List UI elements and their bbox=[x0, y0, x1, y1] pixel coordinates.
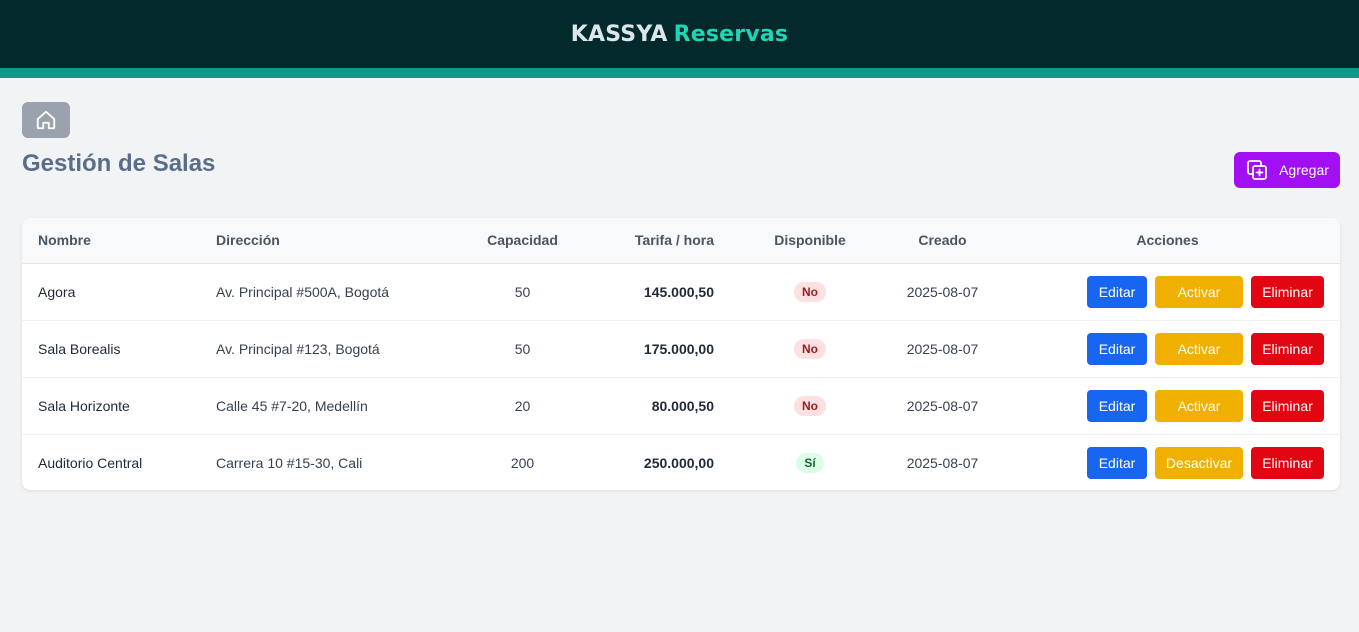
column-header-name[interactable]: Nombre bbox=[22, 218, 200, 264]
delete-button[interactable]: Eliminar bbox=[1251, 446, 1324, 479]
header-accent-strip bbox=[0, 68, 1359, 78]
room-name: Sala Borealis bbox=[38, 340, 121, 357]
room-capacity: 200 bbox=[510, 454, 535, 471]
room-actions: Editar Activar Eliminar bbox=[995, 377, 1340, 434]
room-available-cell: No bbox=[730, 320, 890, 377]
room-rate: 175.000,00 bbox=[643, 340, 714, 357]
table-row: Sala Horizonte Calle 45 #7-20, Medellín … bbox=[22, 377, 1340, 434]
column-header-rate[interactable]: Tarifa / hora bbox=[595, 218, 730, 264]
add-button-label: Agregar bbox=[1279, 162, 1329, 178]
column-header-actions: Acciones bbox=[995, 218, 1340, 264]
delete-button[interactable]: Eliminar bbox=[1251, 332, 1324, 365]
room-address: Av. Principal #500A, Bogotá bbox=[216, 283, 390, 300]
room-capacity: 50 bbox=[514, 283, 531, 300]
room-created: 2025-08-07 bbox=[906, 283, 979, 300]
table-row: Sala Borealis Av. Principal #123, Bogotá… bbox=[22, 320, 1340, 377]
delete-button[interactable]: Eliminar bbox=[1251, 389, 1324, 422]
table-header-row: Nombre Dirección Capacidad Tarifa / hora… bbox=[22, 218, 1340, 264]
status-badge: No bbox=[794, 281, 826, 302]
room-rate: 80.000,50 bbox=[651, 397, 714, 414]
brand-secondary: Reservas bbox=[673, 21, 789, 47]
room-created: 2025-08-07 bbox=[906, 340, 979, 357]
activate-button[interactable]: Activar bbox=[1155, 275, 1243, 308]
room-rate: 250.000,00 bbox=[643, 454, 714, 471]
room-name: Sala Horizonte bbox=[38, 397, 130, 414]
table-row: Agora Av. Principal #500A, Bogotá 50 145… bbox=[22, 263, 1340, 320]
room-available-cell: No bbox=[730, 263, 890, 320]
column-header-available[interactable]: Disponible bbox=[730, 218, 890, 264]
room-address: Calle 45 #7-20, Medellín bbox=[216, 397, 368, 414]
room-available-cell: No bbox=[730, 377, 890, 434]
app-header: KASSYA Reservas bbox=[0, 0, 1359, 68]
copy-add-icon bbox=[1247, 160, 1267, 180]
home-icon bbox=[36, 110, 56, 130]
room-available-cell: Sí bbox=[730, 434, 890, 490]
status-badge: No bbox=[794, 395, 826, 416]
edit-button[interactable]: Editar bbox=[1087, 275, 1147, 308]
add-button[interactable]: Agregar bbox=[1234, 152, 1340, 188]
room-capacity: 50 bbox=[514, 340, 531, 357]
column-header-address[interactable]: Dirección bbox=[200, 218, 450, 264]
room-capacity: 20 bbox=[514, 397, 531, 414]
room-address: Carrera 10 #15-30, Cali bbox=[216, 454, 363, 471]
room-created: 2025-08-07 bbox=[906, 454, 979, 471]
app-brand[interactable]: KASSYA Reservas bbox=[571, 22, 788, 47]
room-actions: Editar Activar Eliminar bbox=[995, 263, 1340, 320]
page-title: Gestión de Salas bbox=[22, 150, 216, 177]
edit-button[interactable]: Editar bbox=[1087, 389, 1147, 422]
room-name: Auditorio Central bbox=[38, 454, 143, 471]
edit-button[interactable]: Editar bbox=[1087, 332, 1147, 365]
delete-button[interactable]: Eliminar bbox=[1251, 275, 1324, 308]
room-rate: 145.000,50 bbox=[643, 283, 714, 300]
rooms-table: Nombre Dirección Capacidad Tarifa / hora… bbox=[22, 218, 1340, 490]
room-actions: Editar Activar Eliminar bbox=[995, 320, 1340, 377]
room-address: Av. Principal #123, Bogotá bbox=[216, 340, 380, 357]
rooms-table-card: Nombre Dirección Capacidad Tarifa / hora… bbox=[22, 218, 1340, 490]
deactivate-button[interactable]: Desactivar bbox=[1155, 446, 1243, 479]
room-actions: Editar Desactivar Eliminar bbox=[995, 434, 1340, 490]
brand-primary: KASSYA bbox=[570, 21, 668, 47]
home-button[interactable] bbox=[22, 102, 70, 138]
edit-button[interactable]: Editar bbox=[1087, 446, 1147, 479]
column-header-created[interactable]: Creado bbox=[890, 218, 995, 264]
column-header-capacity[interactable]: Capacidad bbox=[450, 218, 595, 264]
activate-button[interactable]: Activar bbox=[1155, 389, 1243, 422]
status-badge: No bbox=[794, 338, 826, 359]
status-badge: Sí bbox=[796, 452, 824, 473]
room-created: 2025-08-07 bbox=[906, 397, 979, 414]
room-name: Agora bbox=[38, 283, 76, 300]
activate-button[interactable]: Activar bbox=[1155, 332, 1243, 365]
table-row: Auditorio Central Carrera 10 #15-30, Cal… bbox=[22, 434, 1340, 490]
